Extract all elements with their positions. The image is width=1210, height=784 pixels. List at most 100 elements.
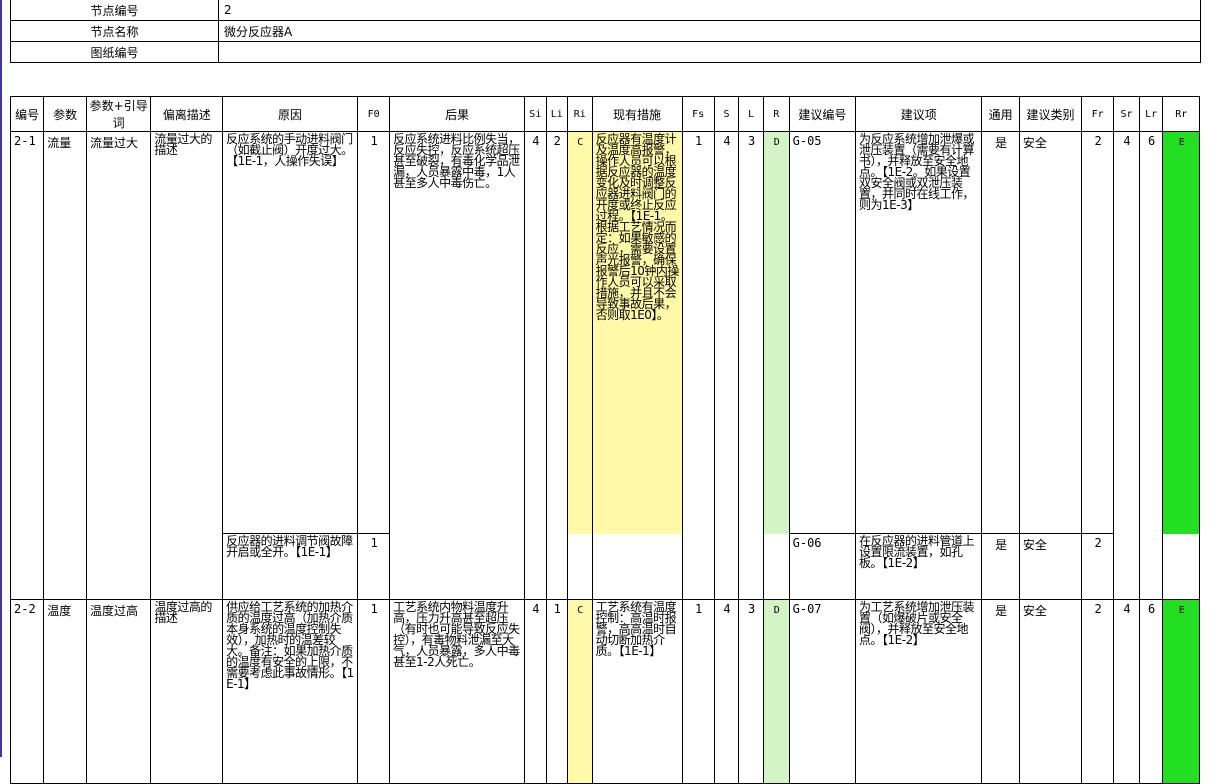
consequence-cell-continued — [389, 533, 526, 600]
category-cell[interactable]: 安全 — [1018, 533, 1083, 600]
rec-no-cell[interactable]: G-05 — [788, 131, 857, 534]
rr-value: E — [1178, 137, 1185, 148]
window-left-edge — [0, 0, 2, 757]
r-value: D — [773, 605, 780, 616]
rec-cell[interactable]: 为反应系统增加泄爆或泄压装置（需要有计算书），并释放至安全地点。【1E-2。如果… — [855, 131, 983, 534]
cause-cell[interactable]: 供应给工艺系统的加热介质的温度过高（加热介质本身系统的温度控制失效），加热时的温… — [222, 599, 359, 784]
general-cell[interactable]: 是 — [981, 131, 1020, 534]
category-cell[interactable]: 安全 — [1018, 131, 1083, 534]
measures-cell-continued — [591, 533, 683, 600]
si-cell[interactable]: 4 — [524, 131, 547, 600]
r-cell[interactable]: D — [762, 131, 790, 534]
table-row: 2-1 流量 流量过大 流量过大的描述 反应系统的手动进料阀门（如截止阀）开度过… — [9, 131, 1200, 600]
category-cell[interactable]: 安全 — [1018, 599, 1083, 784]
li-cell[interactable]: 1 — [545, 599, 568, 784]
col-header[interactable]: 参数 — [43, 96, 88, 132]
lr-cell-continued — [1138, 533, 1164, 600]
fr-cell[interactable]: 2 — [1081, 131, 1115, 534]
col-header[interactable]: R — [762, 96, 790, 132]
col-header[interactable]: S — [713, 96, 740, 132]
col-header[interactable]: 后果 — [389, 96, 526, 132]
col-header[interactable]: F0 — [357, 96, 391, 132]
measures-cell[interactable]: 反应器有温度计及温度高报警，操作人员可以根据反应器的温度变化及时调整反应器进料阀… — [591, 131, 683, 534]
rec-cell[interactable]: 为工艺系统增加泄压装置（如爆破片或安全阀），并释放至安全地点。【1E-2】 — [855, 599, 983, 784]
guideword-cell[interactable]: 温度过高 — [86, 599, 152, 784]
col-header[interactable]: Lr — [1138, 96, 1164, 132]
l-cell[interactable]: 3 — [738, 599, 764, 784]
general-cell[interactable]: 是 — [981, 533, 1020, 600]
col-header[interactable]: Rr — [1162, 96, 1200, 132]
node-no-label: 节点编号 — [10, 0, 219, 21]
row-id[interactable]: 2-2 — [9, 599, 45, 784]
col-header[interactable]: Si — [524, 96, 547, 132]
rr-cell-continued — [1162, 533, 1200, 600]
measures-cell[interactable]: 工艺系统有温度控制：高温时报警，高高温时自动切断加热介质。【1E-1】 — [591, 599, 683, 784]
col-header[interactable]: 编号 — [9, 96, 45, 132]
consequence-cell[interactable]: 工艺系统内物料温度升高，压力升高甚至超压（有时也可能导致反应失控），有毒物料泄漏… — [389, 599, 526, 784]
col-header[interactable]: 建议项 — [855, 96, 983, 132]
r-cell[interactable]: D — [762, 599, 790, 784]
col-header[interactable]: Fr — [1081, 96, 1115, 132]
lr-cell[interactable]: 6 — [1138, 599, 1164, 784]
f0-cell[interactable]: 1 — [357, 533, 391, 600]
rr-cell[interactable]: E — [1162, 131, 1200, 534]
col-header[interactable]: 原因 — [222, 96, 359, 132]
fs-cell[interactable]: 1 — [681, 599, 715, 784]
cause-cell[interactable]: 反应系统的手动进料阀门（如截止阀）开度过大。【1E-1，人操作失误】 — [222, 131, 359, 534]
general-cell[interactable]: 是 — [981, 599, 1020, 784]
node-name-row: 节点名称 微分反应器A — [10, 20, 1201, 42]
table-row: 2-2 温度 温度过高 温度过高的描述 供应给工艺系统的加热介质的温度过高（加热… — [9, 599, 1200, 784]
f0-cell[interactable]: 1 — [357, 131, 391, 534]
ri-cell[interactable]: C — [566, 599, 593, 784]
rr-cell[interactable]: E — [1162, 599, 1200, 784]
row-id[interactable]: 2-1 — [9, 131, 45, 600]
r-value: D — [773, 137, 780, 148]
cause-cell[interactable]: 反应器的进料调节阀故障开启或全开。【1E-1】 — [222, 533, 359, 600]
col-header[interactable]: Fs — [681, 96, 715, 132]
col-header[interactable]: L — [738, 96, 764, 132]
rec-cell[interactable]: 在反应器的进料管道上设置限流装置，如孔板。【1E-2】 — [855, 533, 983, 600]
li-cell[interactable]: 2 — [545, 131, 568, 600]
lr-cell[interactable]: 6 — [1138, 131, 1164, 534]
col-header[interactable]: 偏离描述 — [150, 96, 224, 132]
guideword-cell[interactable]: 流量过大 — [86, 131, 152, 600]
header-row: 编号 参数 参数+引导词 偏离描述 原因 F0 后果 Si Li Ri 现有措施… — [9, 96, 1200, 132]
ri-value: C — [577, 137, 584, 148]
deviation-cell[interactable]: 流量过大的描述 — [150, 131, 224, 600]
deviation-cell[interactable]: 温度过高的描述 — [150, 599, 224, 784]
s-cell[interactable]: 4 — [713, 131, 740, 600]
ri-cell-continued — [566, 533, 593, 600]
rec-no-cell[interactable]: G-07 — [788, 599, 857, 784]
f0-cell[interactable]: 1 — [357, 599, 391, 784]
rr-value: E — [1178, 605, 1185, 616]
col-header[interactable]: 通用 — [981, 96, 1020, 132]
param-cell[interactable]: 温度 — [43, 599, 88, 784]
col-header[interactable]: Sr — [1113, 96, 1140, 132]
ri-cell[interactable]: C — [566, 131, 593, 534]
col-header[interactable]: 建议编号 — [788, 96, 857, 132]
consequence-cell[interactable]: 反应系统进料比例失当，反应失控，反应系统超压甚至破裂，有毒化学品泄漏，人员暴露中… — [389, 131, 526, 534]
node-no-row: 节点编号 2 — [10, 0, 1201, 21]
node-name-label: 节点名称 — [10, 20, 219, 42]
node-name-value[interactable]: 微分反应器A — [218, 20, 1201, 42]
col-header[interactable]: 参数+引导词 — [86, 96, 152, 132]
s-cell[interactable]: 4 — [713, 599, 740, 784]
param-cell[interactable]: 流量 — [43, 131, 88, 600]
drawing-no-value[interactable] — [218, 41, 1201, 63]
col-header[interactable]: 建议类别 — [1018, 96, 1083, 132]
col-header[interactable]: Li — [545, 96, 568, 132]
drawing-no-row: 图纸编号 — [10, 41, 1201, 63]
fs-cell[interactable]: 1 — [681, 131, 715, 534]
col-header[interactable]: Ri — [566, 96, 593, 132]
fr-cell[interactable]: 2 — [1081, 599, 1115, 784]
si-cell[interactable]: 4 — [524, 599, 547, 784]
fr-cell[interactable]: 2 — [1081, 533, 1115, 600]
l-cell[interactable]: 3 — [738, 131, 764, 600]
sr-cell-continued — [1113, 533, 1140, 600]
col-header[interactable]: 现有措施 — [591, 96, 683, 132]
sr-cell[interactable]: 4 — [1113, 599, 1140, 784]
rec-no-cell[interactable]: G-06 — [788, 533, 857, 600]
ri-value: C — [577, 605, 584, 616]
node-no-value[interactable]: 2 — [218, 0, 1201, 21]
sr-cell[interactable]: 4 — [1113, 131, 1140, 534]
